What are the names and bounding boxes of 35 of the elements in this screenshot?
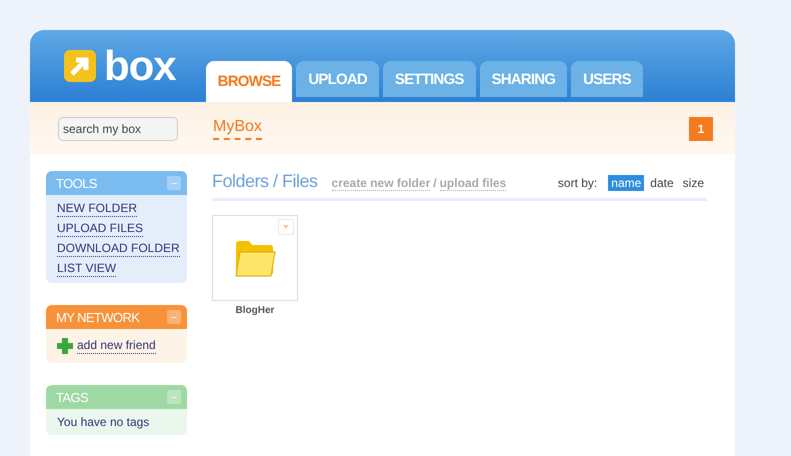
tool-link[interactable]: UPLOAD FILES bbox=[57, 221, 144, 237]
panel-title: TOOLS bbox=[56, 176, 97, 190]
collapse-button[interactable]: – bbox=[167, 310, 181, 324]
create-folder-link[interactable]: create new folder bbox=[332, 176, 430, 191]
search-field[interactable]: search my box bbox=[58, 116, 178, 140]
folder-name: BlogHer bbox=[236, 305, 274, 316]
sort-label: sort by: bbox=[558, 176, 598, 190]
sort-option[interactable]: name bbox=[608, 175, 644, 191]
collapse-button[interactable]: – bbox=[167, 390, 181, 404]
empty-tags-text: You have no tags bbox=[57, 415, 150, 429]
tool-link[interactable]: NEW FOLDER bbox=[57, 201, 138, 217]
sort-option[interactable]: size bbox=[680, 175, 707, 191]
add-friend-link[interactable]: add new friend bbox=[77, 338, 156, 354]
sort-option[interactable]: date bbox=[647, 175, 677, 191]
nav-tab[interactable]: SHARING bbox=[480, 61, 568, 97]
panel-title: MY NETWORK bbox=[56, 310, 140, 324]
folder-icon bbox=[234, 238, 276, 278]
collapse-button[interactable]: – bbox=[167, 176, 181, 190]
folder-thumbnail[interactable] bbox=[212, 215, 298, 301]
section-title: Folders / Files bbox=[212, 171, 318, 192]
count-badge: 1 bbox=[689, 116, 713, 140]
logo-text: box bbox=[104, 45, 176, 87]
tool-link[interactable]: LIST VIEW bbox=[57, 261, 116, 277]
panel-title: TAGS bbox=[56, 390, 88, 404]
upload-files-link[interactable]: upload files bbox=[440, 176, 506, 191]
tool-link[interactable]: DOWNLOAD FOLDER bbox=[57, 241, 180, 257]
nav-tab[interactable]: UPLOAD bbox=[296, 61, 379, 97]
nav-tab[interactable]: SETTINGS bbox=[382, 61, 476, 97]
nav-tab[interactable]: BROWSE bbox=[206, 61, 292, 102]
dropdown-icon[interactable] bbox=[278, 219, 294, 235]
separator-text: / bbox=[433, 176, 437, 191]
nav-tab[interactable]: USERS bbox=[571, 61, 643, 97]
logo-icon bbox=[62, 48, 98, 84]
breadcrumb[interactable]: MyBox bbox=[213, 118, 262, 140]
plus-icon bbox=[57, 338, 73, 354]
